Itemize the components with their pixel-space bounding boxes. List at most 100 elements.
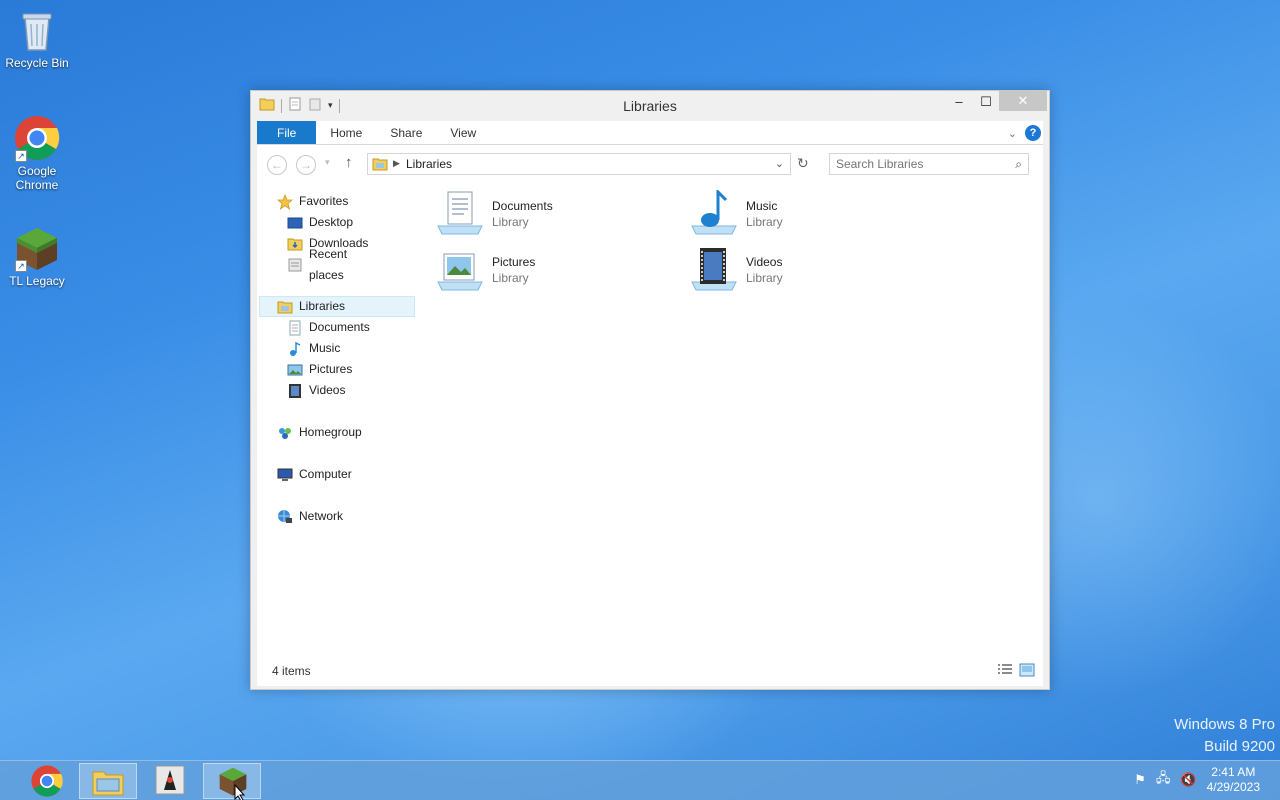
address-dropdown-icon[interactable]: ⌄ [775, 157, 784, 170]
back-button[interactable]: ← [267, 155, 287, 175]
tab-share[interactable]: Share [376, 121, 436, 144]
nav-recent-places[interactable]: Recent places [287, 247, 347, 282]
taskbar: ⚑ 🖧 🔇 2:41 AM 4/29/2023 [0, 760, 1280, 800]
computer-icon [277, 467, 293, 483]
large-icons-view-icon[interactable] [1019, 663, 1035, 680]
search-input[interactable] [830, 154, 1000, 174]
library-item-pictures[interactable]: Pictures Library [436, 246, 535, 294]
action-center-flag-icon[interactable]: ⚑ [1134, 772, 1146, 788]
file-explorer-icon [92, 771, 124, 796]
breadcrumb[interactable]: Libraries [406, 157, 452, 171]
system-tray: ⚑ 🖧 🔇 2:41 AM 4/29/2023 [1134, 765, 1260, 795]
details-view-icon[interactable] [997, 663, 1013, 680]
nav-favorites[interactable]: Favorites [276, 191, 349, 212]
up-button[interactable]: ↑ [345, 154, 353, 171]
taskbar-java[interactable] [141, 763, 199, 799]
minecraft-block-icon: ↗ [13, 224, 61, 272]
pictures-library-icon [436, 246, 484, 294]
recycle-bin-icon [13, 6, 61, 54]
videos-icon [287, 383, 303, 399]
nav-network[interactable]: Network [277, 506, 343, 527]
expand-ribbon-icon[interactable]: ⌄ [1008, 127, 1017, 140]
status-bar: 4 items [257, 656, 1043, 686]
search-icon[interactable]: ⌕ [1015, 157, 1022, 172]
nav-libraries[interactable]: Libraries [259, 296, 415, 317]
help-icon[interactable]: ? [1025, 125, 1041, 141]
refresh-button[interactable]: ↻ [797, 155, 809, 172]
nav-homegroup[interactable]: Homegroup [277, 422, 362, 443]
library-item-music[interactable]: Music Library [690, 188, 783, 238]
homegroup-icon [277, 425, 293, 441]
desktop-icon-label: Recycle Bin [5, 56, 69, 70]
close-button[interactable]: ✕ [999, 91, 1047, 111]
desktop-icon [287, 215, 303, 231]
volume-muted-icon[interactable]: 🔇 [1180, 772, 1196, 788]
nav-label: Documents [309, 320, 370, 334]
item-name: Pictures [492, 255, 536, 269]
documents-library-icon [436, 190, 484, 238]
content-area [257, 185, 1043, 683]
pictures-icon [287, 362, 303, 378]
shortcut-arrow-icon: ↗ [15, 260, 27, 272]
nav-pictures[interactable]: Pictures [287, 359, 352, 380]
nav-label: Videos [309, 383, 346, 397]
breadcrumb-separator-icon[interactable]: ▶ [393, 158, 400, 169]
recent-locations-icon[interactable]: ▾ [325, 157, 330, 168]
taskbar-file-explorer[interactable] [79, 763, 137, 799]
nav-label: Pictures [309, 362, 353, 376]
network-icon [277, 509, 293, 525]
music-library-icon [690, 188, 738, 238]
watermark-line: Build 9200 [1204, 738, 1275, 755]
item-name: Videos [746, 255, 783, 269]
nav-videos[interactable]: Videos [287, 380, 345, 401]
nav-label: Homegroup [299, 425, 362, 439]
nav-documents[interactable]: Documents [287, 317, 370, 338]
window-title: Libraries [623, 98, 677, 114]
item-name: Documents [492, 199, 553, 213]
desktop-icon-label: Google Chrome [15, 164, 59, 192]
nav-label: Music [309, 341, 341, 355]
tab-file[interactable]: File [257, 121, 317, 144]
ribbon-tabs: File Home Share View ⌄ ? [257, 121, 1043, 145]
java-duke-icon [155, 765, 185, 795]
chrome-icon: ↗ [13, 114, 61, 162]
item-name: Music [746, 199, 778, 213]
nav-label: Network [299, 509, 344, 523]
item-type: Library [746, 271, 783, 285]
minimize-button[interactable]: – [945, 91, 973, 113]
taskbar-tl-legacy[interactable] [203, 763, 261, 799]
nav-music[interactable]: Music [287, 338, 340, 359]
forward-button[interactable]: → [296, 155, 316, 175]
library-item-documents[interactable]: Documents Library [436, 190, 553, 238]
search-box[interactable]: ⌕ [829, 153, 1029, 175]
maximize-button[interactable]: ☐ [972, 91, 1000, 113]
nav-desktop[interactable]: Desktop [287, 212, 353, 233]
explorer-window: ▾ Libraries – ☐ ✕ File Home Share View ⌄… [250, 90, 1050, 690]
shortcut-arrow-icon: ↗ [15, 150, 27, 162]
clock-time: 2:41 AM [1211, 765, 1256, 779]
nav-computer[interactable]: Computer [277, 464, 352, 485]
network-status-icon[interactable]: 🖧 [1156, 769, 1171, 791]
nav-label: Recent places [309, 246, 348, 282]
nav-label: Computer [299, 467, 352, 481]
recent-places-icon [287, 257, 303, 273]
libraries-icon [372, 157, 388, 174]
tab-view[interactable]: View [436, 121, 490, 144]
tab-home[interactable]: Home [316, 121, 376, 144]
desktop-icon-google-chrome[interactable]: ↗ Google Chrome [0, 114, 74, 192]
nav-label: Libraries [299, 299, 346, 313]
nav-label: Favorites [299, 194, 349, 208]
address-bar[interactable]: ▶ Libraries ⌄ [367, 153, 791, 175]
item-count: 4 items [272, 664, 311, 678]
library-item-videos[interactable]: Videos Library [690, 246, 783, 294]
title-bar[interactable]: ▾ Libraries – ☐ ✕ [251, 91, 1049, 121]
desktop-icon-tl-legacy[interactable]: ↗ TL Legacy [0, 224, 74, 288]
clock[interactable]: 2:41 AM 4/29/2023 [1207, 765, 1260, 795]
watermark-line: Windows 8 Pro [1174, 716, 1275, 733]
videos-library-icon [690, 246, 738, 294]
item-type: Library [746, 215, 783, 229]
nav-label: Desktop [309, 215, 354, 229]
desktop-icon-recycle-bin[interactable]: Recycle Bin [0, 6, 74, 70]
documents-icon [287, 320, 303, 336]
taskbar-chrome[interactable] [18, 763, 76, 799]
